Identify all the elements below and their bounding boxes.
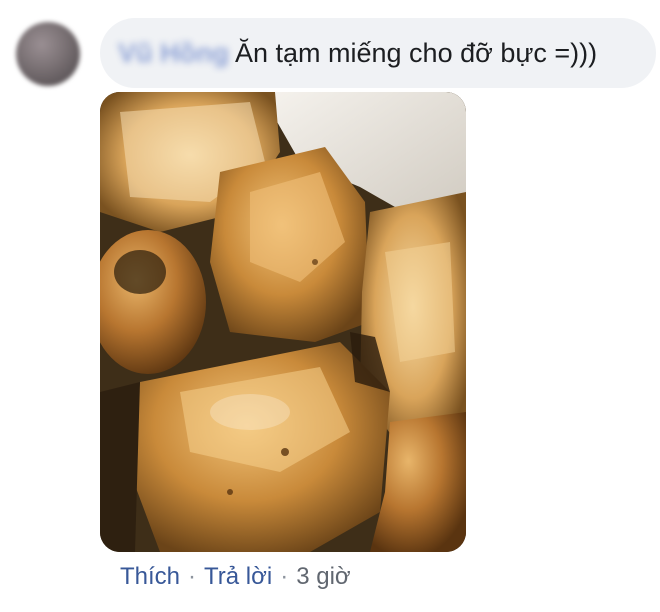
avatar[interactable] xyxy=(16,22,80,86)
author-name[interactable]: Vũ Hồng xyxy=(118,38,229,69)
comment-bubble: Vũ Hồng Ăn tạm miếng cho đỡ bực =))) xyxy=(100,18,656,88)
separator-dot: · xyxy=(280,563,289,590)
timestamp[interactable]: 3 giờ xyxy=(296,563,350,591)
reply-link[interactable]: Trả lời xyxy=(204,563,272,591)
comment-actions: Thích · Trả lời · 3 giờ xyxy=(120,563,351,591)
like-link[interactable]: Thích xyxy=(120,563,180,591)
comment-text: Ăn tạm miếng cho đỡ bực =))) xyxy=(234,37,598,68)
comment-photo[interactable] xyxy=(100,92,466,552)
separator-dot: · xyxy=(188,563,197,590)
